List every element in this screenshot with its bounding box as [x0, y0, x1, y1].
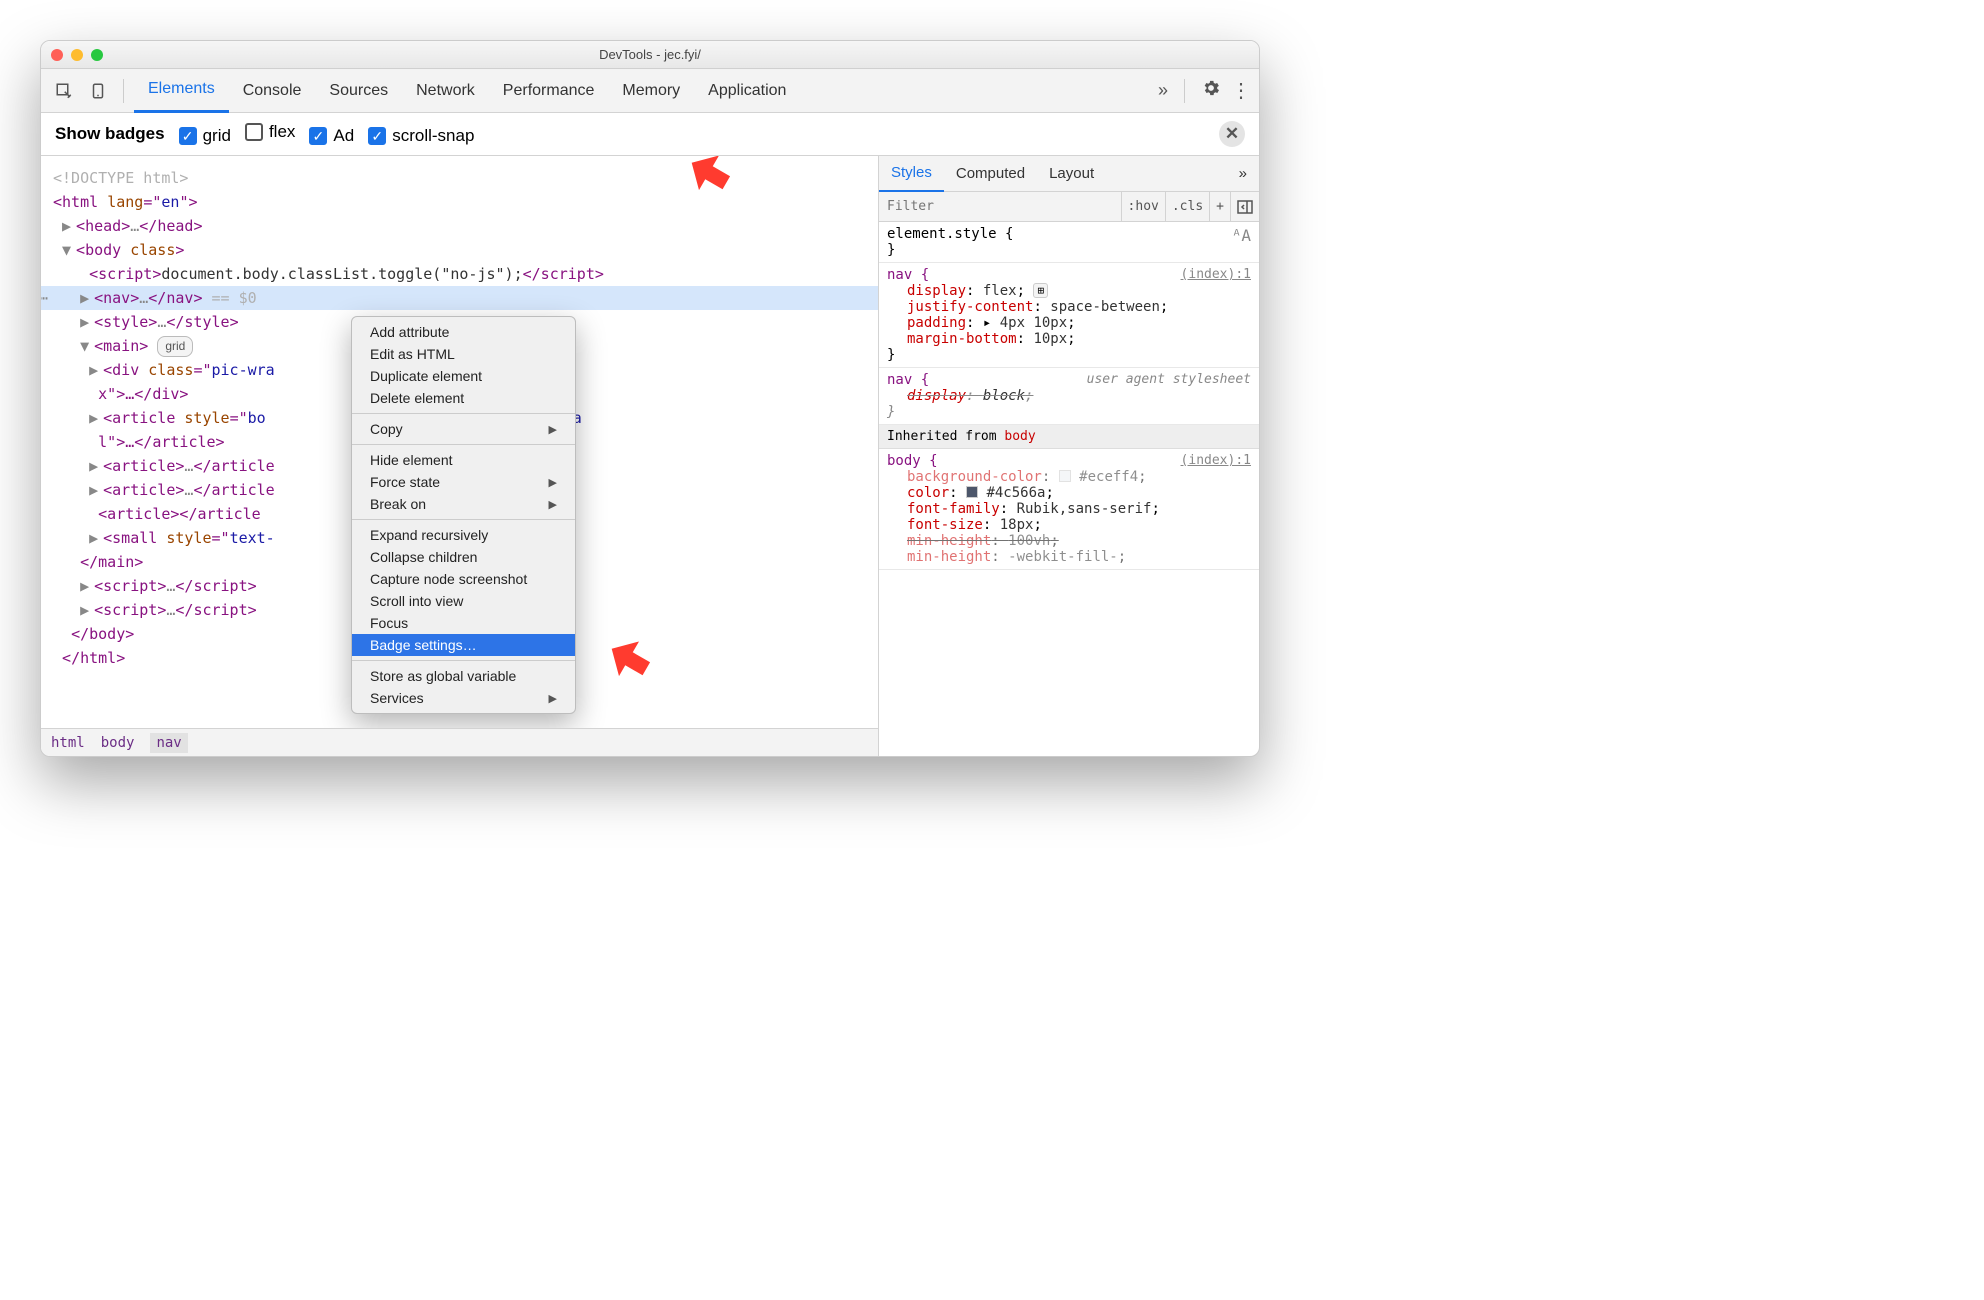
titlebar: DevTools - jec.fyi/ [41, 41, 1259, 69]
ctx-scroll-into-view[interactable]: Scroll into view [352, 590, 575, 612]
more-tabs-icon[interactable]: » [1158, 80, 1168, 101]
element-style-rule[interactable]: element.style {ᴬA } [879, 222, 1259, 263]
filter-bar: :hov.cls+ [879, 192, 1259, 222]
nav-ua-rule[interactable]: user agent stylesheet nav { display: blo… [879, 368, 1259, 425]
inspect-icon[interactable] [49, 76, 79, 106]
tab-performance[interactable]: Performance [489, 69, 609, 113]
ctx-delete-element[interactable]: Delete element [352, 387, 575, 409]
badges-label: Show badges [55, 124, 165, 144]
filter-btn-hov[interactable]: :hov [1121, 192, 1165, 221]
tab-network[interactable]: Network [402, 69, 489, 113]
devtools-window: DevTools - jec.fyi/ ElementsConsoleSourc… [40, 40, 1260, 757]
ctx-focus[interactable]: Focus [352, 612, 575, 634]
ctx-edit-as-html[interactable]: Edit as HTML [352, 343, 575, 365]
window-title: DevTools - jec.fyi/ [41, 47, 1259, 62]
filter-btn-cls[interactable]: .cls [1165, 192, 1209, 221]
ctx-expand-recursively[interactable]: Expand recursively [352, 519, 575, 546]
ctx-add-attribute[interactable]: Add attribute [352, 321, 575, 343]
badge-settings-bar: Show badges ✓grid flex ✓Ad ✓scroll-snap ✕ [41, 113, 1259, 156]
ctx-force-state[interactable]: Force state▶ [352, 471, 575, 493]
grid-badge[interactable]: grid [157, 336, 193, 357]
sidebar-tabs: StylesComputedLayout » [879, 156, 1259, 192]
device-toggle-icon[interactable] [83, 76, 113, 106]
inherited-from-bar: Inherited from body [879, 425, 1259, 449]
ctx-copy[interactable]: Copy▶ [352, 413, 575, 440]
toggle-sidebar-icon[interactable] [1230, 192, 1259, 221]
tab-console[interactable]: Console [229, 69, 316, 113]
tab-elements[interactable]: Elements [134, 69, 229, 113]
crumb-body[interactable]: body [101, 735, 135, 751]
badge-checkbox-flex[interactable]: flex [245, 122, 295, 142]
ctx-store-as-global-variable[interactable]: Store as global variable [352, 660, 575, 687]
crumb-html[interactable]: html [51, 735, 85, 751]
zoom-window-icon[interactable] [91, 49, 103, 61]
body-rule[interactable]: (index):1 body { background-color: #ecef… [879, 449, 1259, 570]
separator [1184, 79, 1185, 103]
badge-checkbox-scroll-snap[interactable]: ✓scroll-snap [368, 126, 474, 146]
settings-gear-icon[interactable] [1201, 78, 1221, 103]
ctx-badge-settings-[interactable]: Badge settings… [352, 634, 575, 656]
close-badges-icon[interactable]: ✕ [1219, 121, 1245, 147]
filter-btn-[interactable]: + [1209, 192, 1230, 221]
filter-input[interactable] [879, 199, 1121, 214]
ctx-services[interactable]: Services▶ [352, 687, 575, 709]
sidebar-tab-styles[interactable]: Styles [879, 156, 944, 192]
tab-application[interactable]: Application [694, 69, 800, 113]
window-controls [51, 49, 103, 61]
sidebar-tab-layout[interactable]: Layout [1037, 156, 1106, 192]
ctx-capture-node-screenshot[interactable]: Capture node screenshot [352, 568, 575, 590]
panel-tabs: ElementsConsoleSourcesNetworkPerformance… [134, 69, 1154, 113]
ctx-duplicate-element[interactable]: Duplicate element [352, 365, 575, 387]
styles-list[interactable]: element.style {ᴬA } (index):1 nav { disp… [879, 222, 1259, 756]
doctype: <!DOCTYPE html> [53, 166, 878, 190]
badge-checkbox-grid[interactable]: ✓grid [179, 126, 231, 146]
breadcrumb[interactable]: html bodynav [41, 728, 878, 756]
tab-sources[interactable]: Sources [315, 69, 402, 113]
selected-node[interactable]: ▶<nav>…</nav> == $0 [41, 286, 878, 310]
context-menu: Add attributeEdit as HTMLDuplicate eleme… [351, 316, 576, 714]
more-sidebar-tabs-icon[interactable]: » [1227, 156, 1259, 192]
separator [123, 79, 124, 103]
close-window-icon[interactable] [51, 49, 63, 61]
tab-memory[interactable]: Memory [608, 69, 694, 113]
minimize-window-icon[interactable] [71, 49, 83, 61]
main-toolbar: ElementsConsoleSourcesNetworkPerformance… [41, 69, 1259, 113]
nav-rule[interactable]: (index):1 nav { display: flex; ⊞justify-… [879, 263, 1259, 368]
ctx-collapse-children[interactable]: Collapse children [352, 546, 575, 568]
ctx-hide-element[interactable]: Hide element [352, 444, 575, 471]
crumb-nav[interactable]: nav [150, 733, 187, 753]
elements-panel: <!DOCTYPE html> <html lang="en"> ▶<head>… [41, 156, 879, 756]
main-area: <!DOCTYPE html> <html lang="en"> ▶<head>… [41, 156, 1259, 756]
ctx-break-on[interactable]: Break on▶ [352, 493, 575, 515]
badge-checkbox-Ad[interactable]: ✓Ad [309, 126, 354, 146]
sidebar-tab-computed[interactable]: Computed [944, 156, 1037, 192]
styles-panel: StylesComputedLayout » :hov.cls+ element.… [879, 156, 1259, 756]
